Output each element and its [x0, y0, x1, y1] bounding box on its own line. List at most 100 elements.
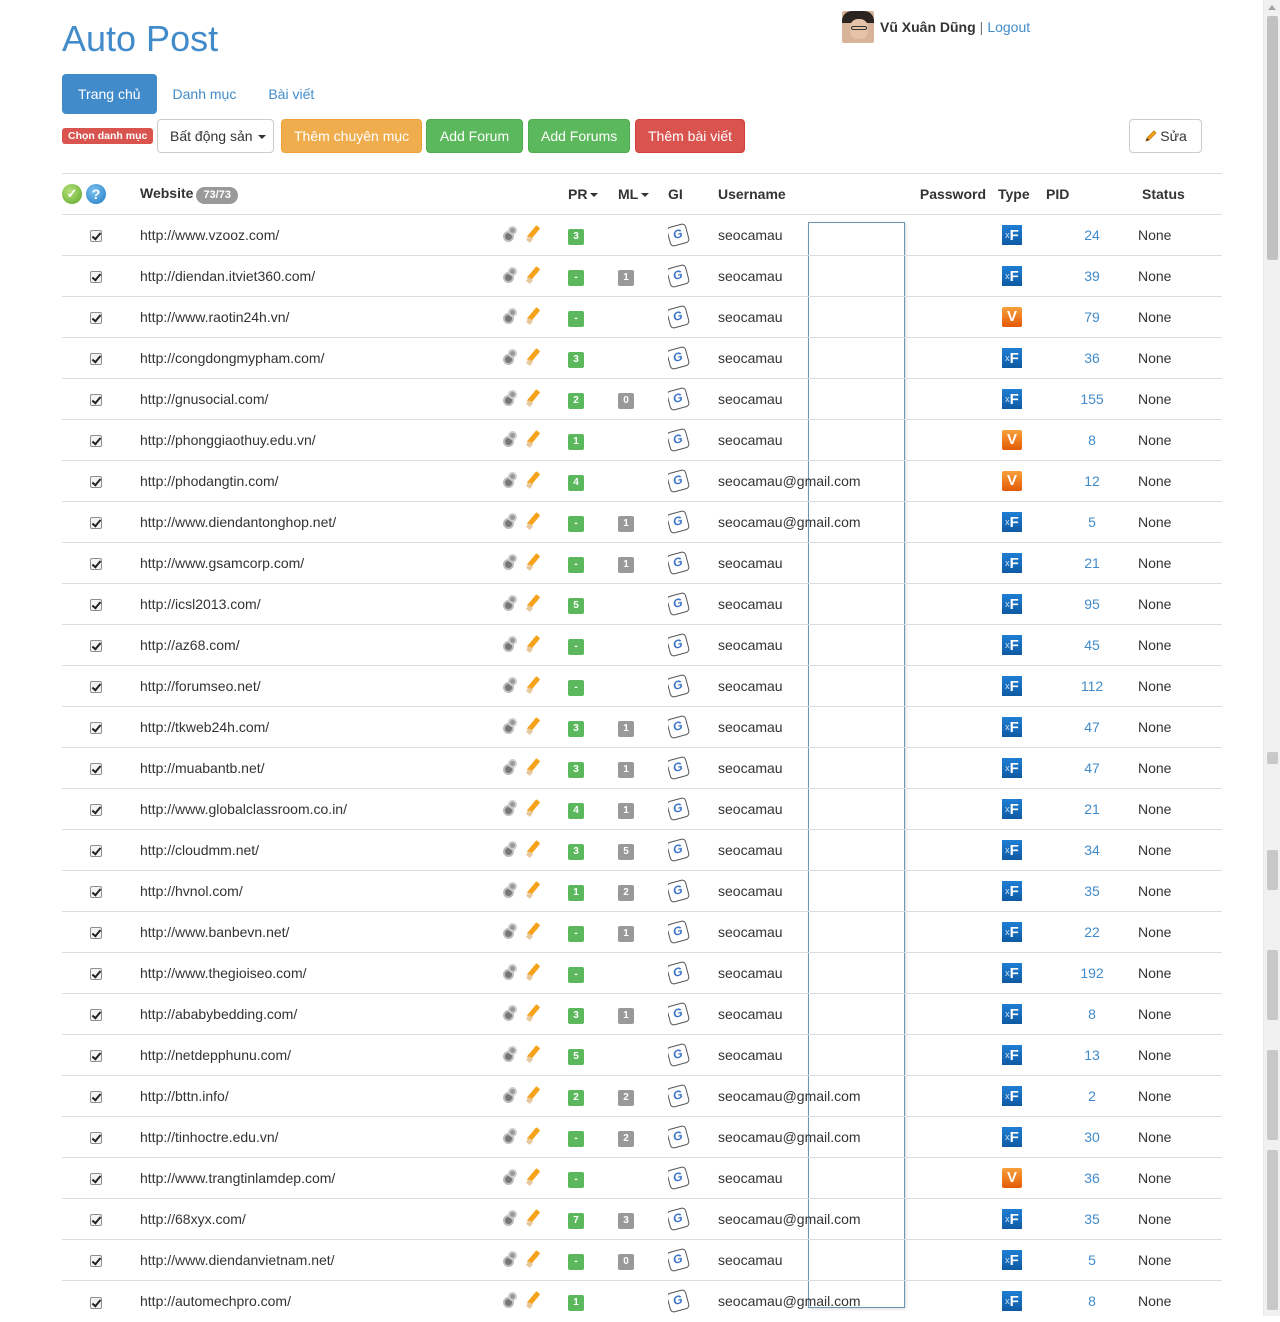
google-index-icon[interactable]: G [668, 1001, 691, 1027]
edit-pencil-icon[interactable] [525, 1003, 543, 1022]
edit-pencil-icon[interactable] [525, 470, 543, 489]
settings-gear-icon[interactable] [501, 1168, 519, 1186]
help-icon[interactable]: ? [86, 184, 106, 204]
google-index-icon[interactable]: G [668, 550, 691, 576]
website-link[interactable]: http://bttn.info/ [140, 1088, 229, 1104]
add-post-button[interactable]: Thêm bài viết [635, 119, 745, 153]
edit-pencil-icon[interactable] [525, 347, 543, 366]
settings-gear-icon[interactable] [501, 1250, 519, 1268]
row-checkbox[interactable] [89, 1132, 102, 1145]
google-index-icon[interactable]: G [668, 1247, 691, 1273]
row-checkbox[interactable] [89, 476, 102, 489]
edit-pencil-icon[interactable] [525, 265, 543, 284]
row-checkbox[interactable] [89, 312, 102, 325]
website-link[interactable]: http://netdepphunu.com/ [140, 1047, 291, 1063]
website-link[interactable]: http://tkweb24h.com/ [140, 719, 269, 735]
tab-danh-muc[interactable]: Danh mục [157, 74, 253, 114]
row-checkbox[interactable] [89, 845, 102, 858]
website-link[interactable]: http://phonggiaothuy.edu.vn/ [140, 432, 316, 448]
settings-gear-icon[interactable] [501, 266, 519, 284]
settings-gear-icon[interactable] [501, 635, 519, 653]
google-index-icon[interactable]: G [668, 1289, 691, 1314]
website-link[interactable]: http://forumseo.net/ [140, 678, 261, 694]
website-link[interactable]: http://cloudmm.net/ [140, 842, 259, 858]
website-link[interactable]: http://www.raotin24h.vn/ [140, 309, 289, 325]
row-checkbox[interactable] [89, 722, 102, 735]
google-index-icon[interactable]: G [668, 919, 691, 945]
row-checkbox[interactable] [89, 1214, 102, 1227]
settings-gear-icon[interactable] [501, 471, 519, 489]
google-index-icon[interactable]: G [668, 591, 691, 617]
edit-pencil-icon[interactable] [525, 388, 543, 407]
settings-gear-icon[interactable] [501, 307, 519, 325]
edit-pencil-icon[interactable] [525, 1167, 543, 1186]
settings-gear-icon[interactable] [501, 594, 519, 612]
row-checkbox[interactable] [89, 230, 102, 243]
settings-gear-icon[interactable] [501, 348, 519, 366]
settings-gear-icon[interactable] [501, 799, 519, 817]
google-index-icon[interactable]: G [668, 837, 691, 863]
settings-gear-icon[interactable] [501, 430, 519, 448]
website-link[interactable]: http://congdongmypham.com/ [140, 350, 324, 366]
website-link[interactable]: http://az68.com/ [140, 637, 240, 653]
check-all-icon[interactable]: ✓ [62, 184, 82, 204]
edit-pencil-icon[interactable] [525, 1208, 543, 1227]
settings-gear-icon[interactable] [501, 389, 519, 407]
settings-gear-icon[interactable] [501, 1004, 519, 1022]
settings-gear-icon[interactable] [501, 1127, 519, 1145]
website-link[interactable]: http://tinhoctre.edu.vn/ [140, 1129, 279, 1145]
edit-pencil-icon[interactable] [525, 634, 543, 653]
google-index-icon[interactable]: G [668, 427, 691, 453]
row-checkbox[interactable] [89, 968, 102, 981]
row-checkbox[interactable] [89, 1050, 102, 1063]
google-index-icon[interactable]: G [668, 345, 691, 371]
settings-gear-icon[interactable] [501, 1209, 519, 1227]
scroll-up-arrow-icon[interactable] [1268, 5, 1276, 10]
row-checkbox[interactable] [89, 1009, 102, 1022]
google-index-icon[interactable]: G [668, 632, 691, 658]
row-checkbox[interactable] [89, 1173, 102, 1186]
row-checkbox[interactable] [89, 804, 102, 817]
settings-gear-icon[interactable] [501, 1045, 519, 1063]
edit-pencil-icon[interactable] [525, 593, 543, 612]
edit-pencil-icon[interactable] [525, 675, 543, 694]
google-index-icon[interactable]: G [668, 960, 691, 986]
row-checkbox[interactable] [89, 886, 102, 899]
settings-gear-icon[interactable] [501, 717, 519, 735]
website-link[interactable]: http://hvnol.com/ [140, 883, 243, 899]
settings-gear-icon[interactable] [501, 922, 519, 940]
settings-gear-icon[interactable] [501, 512, 519, 530]
edit-pencil-icon[interactable] [525, 429, 543, 448]
google-index-icon[interactable]: G [668, 1206, 691, 1232]
website-link[interactable]: http://www.trangtinlamdep.com/ [140, 1170, 335, 1186]
settings-gear-icon[interactable] [501, 553, 519, 571]
website-link[interactable]: http://ababybedding.com/ [140, 1006, 297, 1022]
row-checkbox[interactable] [89, 599, 102, 612]
header-website[interactable]: Website 73/73 [129, 173, 501, 215]
edit-pencil-icon[interactable] [525, 1249, 543, 1268]
website-link[interactable]: http://phodangtin.com/ [140, 473, 279, 489]
settings-gear-icon[interactable] [501, 758, 519, 776]
edit-pencil-icon[interactable] [525, 1085, 543, 1104]
settings-gear-icon[interactable] [501, 963, 519, 981]
google-index-icon[interactable]: G [668, 755, 691, 781]
edit-pencil-icon[interactable] [525, 224, 543, 243]
google-index-icon[interactable]: G [668, 263, 691, 289]
google-index-icon[interactable]: G [668, 468, 691, 494]
logout-link[interactable]: Logout [987, 19, 1030, 35]
row-checkbox[interactable] [89, 640, 102, 653]
app-title[interactable]: Auto Post [62, 18, 218, 60]
website-link[interactable]: http://www.thegioiseo.com/ [140, 965, 307, 981]
settings-gear-icon[interactable] [501, 881, 519, 899]
row-checkbox[interactable] [89, 271, 102, 284]
google-index-icon[interactable]: G [668, 304, 691, 330]
website-link[interactable]: http://diendan.itviet360.com/ [140, 268, 315, 284]
edit-pencil-icon[interactable] [525, 1126, 543, 1145]
row-checkbox[interactable] [89, 927, 102, 940]
google-index-icon[interactable]: G [668, 714, 691, 740]
website-link[interactable]: http://icsl2013.com/ [140, 596, 261, 612]
edit-pencil-icon[interactable] [525, 1290, 543, 1309]
row-checkbox[interactable] [89, 353, 102, 366]
website-link[interactable]: http://www.vzooz.com/ [140, 227, 279, 243]
google-index-icon[interactable]: G [668, 1124, 691, 1150]
